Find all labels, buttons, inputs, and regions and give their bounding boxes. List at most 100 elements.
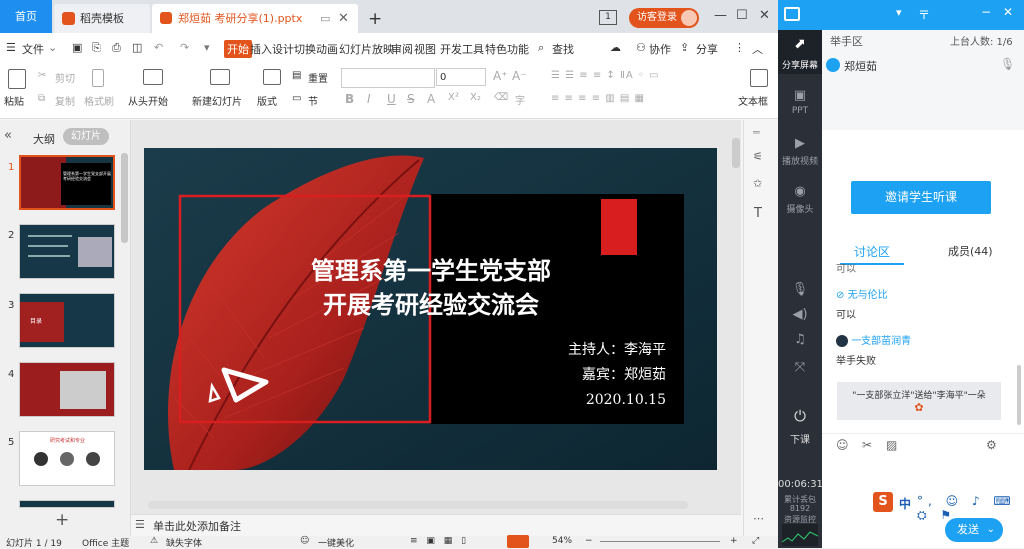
more-tools-icon[interactable]: ⋯ <box>753 512 764 525</box>
slide-thumbnail-3[interactable]: 目录 <box>19 293 115 348</box>
menu-animation[interactable]: 动画 <box>316 41 338 57</box>
music-icon[interactable]: ♫ <box>778 332 822 347</box>
more-icon[interactable]: ⋮ <box>734 41 745 54</box>
hand-user-name[interactable]: 郑烜茹 <box>844 58 877 74</box>
speaker-icon[interactable]: ◀) <box>778 307 822 322</box>
hamburger-icon[interactable]: ☰ <box>6 41 16 54</box>
close-tab-icon[interactable]: ✕ <box>338 4 349 33</box>
invite-students-button[interactable]: 邀请学生听课 <box>851 181 991 214</box>
layout-button[interactable]: 版式 <box>257 93 277 108</box>
minimize-icon[interactable]: — <box>714 8 727 23</box>
guest-login-button[interactable]: 访客登录 <box>629 8 699 28</box>
zoom-in-icon[interactable]: + <box>730 536 738 546</box>
font-family-select[interactable] <box>341 68 435 88</box>
view-mode-icons[interactable]: ≡ ▣ ▦ ▯ <box>410 536 469 546</box>
notes-bar[interactable]: ☰ 单击此处添加备注 <box>131 514 741 535</box>
paste-button[interactable]: 粘贴 <box>4 93 24 108</box>
chat-user-name[interactable]: 无与伦比 <box>848 290 888 301</box>
zoom-slider[interactable] <box>600 541 720 542</box>
emoji-icon[interactable]: ☺ <box>836 438 849 452</box>
from-start-button[interactable]: 从头开始 <box>128 93 168 108</box>
strikethrough-icon[interactable]: S <box>407 92 415 106</box>
tab-templates[interactable]: 稻壳模板 <box>54 4 150 33</box>
tab-document[interactable]: 郑烜茹 考研分享(1).pptx ▭ ✕ <box>152 4 358 33</box>
textbox-button[interactable]: 文本框 <box>738 93 768 108</box>
share-screen-button[interactable]: 分享屏幕 <box>778 58 822 71</box>
collapse-panel-icon[interactable]: « <box>4 128 12 143</box>
tab-home[interactable]: 首页 <box>0 0 52 33</box>
camera-button[interactable]: 摄像头 <box>778 202 822 215</box>
fullscreen-icon[interactable]: ⤧ <box>778 360 822 375</box>
image-icon[interactable]: ▨ <box>886 438 897 452</box>
menu-view[interactable]: 视图 <box>414 41 436 57</box>
menu-design[interactable]: 设计 <box>272 41 294 57</box>
slide-thumbnail-1[interactable]: 管理系第一学生党支部开展考研经验交流会 <box>19 155 115 210</box>
chevron-down-icon[interactable]: ⌄ <box>48 41 57 54</box>
close-panel-icon[interactable]: ✕ <box>1003 5 1013 19</box>
slide-subtitle[interactable]: 主持人：李海平 嘉宾：郑烜茹 2020.10.15 <box>496 338 666 413</box>
bold-icon[interactable]: B <box>345 92 354 106</box>
dropdown-icon[interactable]: ▾ <box>896 6 902 19</box>
window-mode-icon[interactable]: ▭ <box>320 4 330 33</box>
menu-switch[interactable]: 切换 <box>294 41 316 57</box>
export-pdf-icon[interactable]: ⎘ <box>92 41 101 55</box>
underline-icon[interactable]: U <box>387 92 396 106</box>
format-painter-button[interactable]: 格式刷 <box>84 93 114 108</box>
slide-thumbnail-2[interactable] <box>19 224 115 279</box>
zoom-out-icon[interactable]: − <box>585 536 593 546</box>
collapse-ribbon-icon[interactable]: ︿ <box>752 41 763 57</box>
collapse-strip-icon[interactable]: ═ <box>753 126 760 139</box>
chat-user-name[interactable]: 一支部苗润青 <box>851 336 911 347</box>
slide-thumbnail-6[interactable] <box>19 500 115 508</box>
minimize-panel-icon[interactable]: − <box>981 5 991 19</box>
customize-toolbar-icon[interactable]: ▾ <box>204 41 210 54</box>
menu-file[interactable]: 文件 <box>22 41 44 57</box>
tab-discussion[interactable]: 讨论区 <box>854 243 890 260</box>
send-button[interactable]: 发送 ⌄ <box>945 518 1003 542</box>
copy-button[interactable]: 复制 <box>55 93 75 108</box>
slide-thumbnail-5[interactable]: 研究考试和专业 <box>19 431 115 486</box>
section-button[interactable]: 节 <box>308 93 318 108</box>
print-icon[interactable]: ⎙ <box>112 41 121 55</box>
play-slideshow-icon[interactable] <box>507 535 529 548</box>
window-count-badge[interactable]: 1 <box>599 10 617 25</box>
menu-features[interactable]: 特色功能 <box>485 41 529 57</box>
menu-review[interactable]: 审阅 <box>391 41 413 57</box>
pin-window-icon[interactable]: 〒 <box>918 6 930 23</box>
italic-icon[interactable]: I <box>367 92 371 106</box>
redo-icon[interactable]: ↷ <box>180 41 189 54</box>
horizontal-scrollbar[interactable] <box>148 501 688 509</box>
paste-icon[interactable] <box>8 69 26 89</box>
settings-icon[interactable]: ⚙ <box>986 438 997 452</box>
cloud-sync-icon[interactable]: ☁ <box>610 41 621 54</box>
share-icon[interactable]: ⇪ <box>680 41 689 54</box>
menu-search[interactable]: 查找 <box>552 41 574 57</box>
tab-slides[interactable]: 幻灯片 <box>63 128 109 145</box>
missing-font-button[interactable]: 缺失字体 <box>166 536 202 548</box>
text-tool-icon[interactable]: T <box>754 206 762 221</box>
tab-members[interactable]: 成员(44) <box>948 243 993 259</box>
thumbnail-scrollbar[interactable] <box>121 153 128 243</box>
slide-title[interactable]: 管理系第一学生党支部 开展考研经验交流会 <box>276 254 586 322</box>
chat-messages[interactable]: 可以 ⊘ 无与伦比 可以 一支部苗润青 举手失败 "一支部张立洋"送给"李海平"… <box>822 264 1024 433</box>
end-class-button[interactable]: 下课 <box>778 431 822 446</box>
maximize-icon[interactable]: ☐ <box>736 8 748 23</box>
search-icon[interactable]: ⌕ <box>538 41 544 55</box>
menu-slideshow[interactable]: 幻灯片放映 <box>339 41 394 57</box>
paragraph-tools-bottom-icon[interactable]: ≡ ≡ ≡ ≡ ▥ ▤ ▦ <box>551 93 645 104</box>
fit-window-icon[interactable]: ⤢ <box>752 536 759 546</box>
hand-mic-icon[interactable]: 🎙 <box>1000 57 1015 71</box>
menu-start[interactable]: 开始 <box>224 40 252 58</box>
clear-format-icon[interactable]: ⌫ <box>494 92 508 103</box>
menu-devtools[interactable]: 开发工具 <box>440 41 484 57</box>
menu-collab[interactable]: 协作 <box>649 41 671 57</box>
pin-icon[interactable]: ✩ <box>753 177 762 190</box>
subscript-icon[interactable]: X₂ <box>470 92 481 103</box>
play-video-button[interactable]: 播放视频 <box>778 154 822 167</box>
save-icon[interactable]: ▣ <box>72 41 82 54</box>
collab-icon[interactable]: ⚇ <box>636 41 646 54</box>
slide-thumbnail-4[interactable] <box>19 362 115 417</box>
ime-language[interactable]: 中 <box>899 495 911 512</box>
grow-font-icon[interactable]: A⁺ <box>493 69 508 83</box>
close-window-icon[interactable]: ✕ <box>759 8 770 23</box>
